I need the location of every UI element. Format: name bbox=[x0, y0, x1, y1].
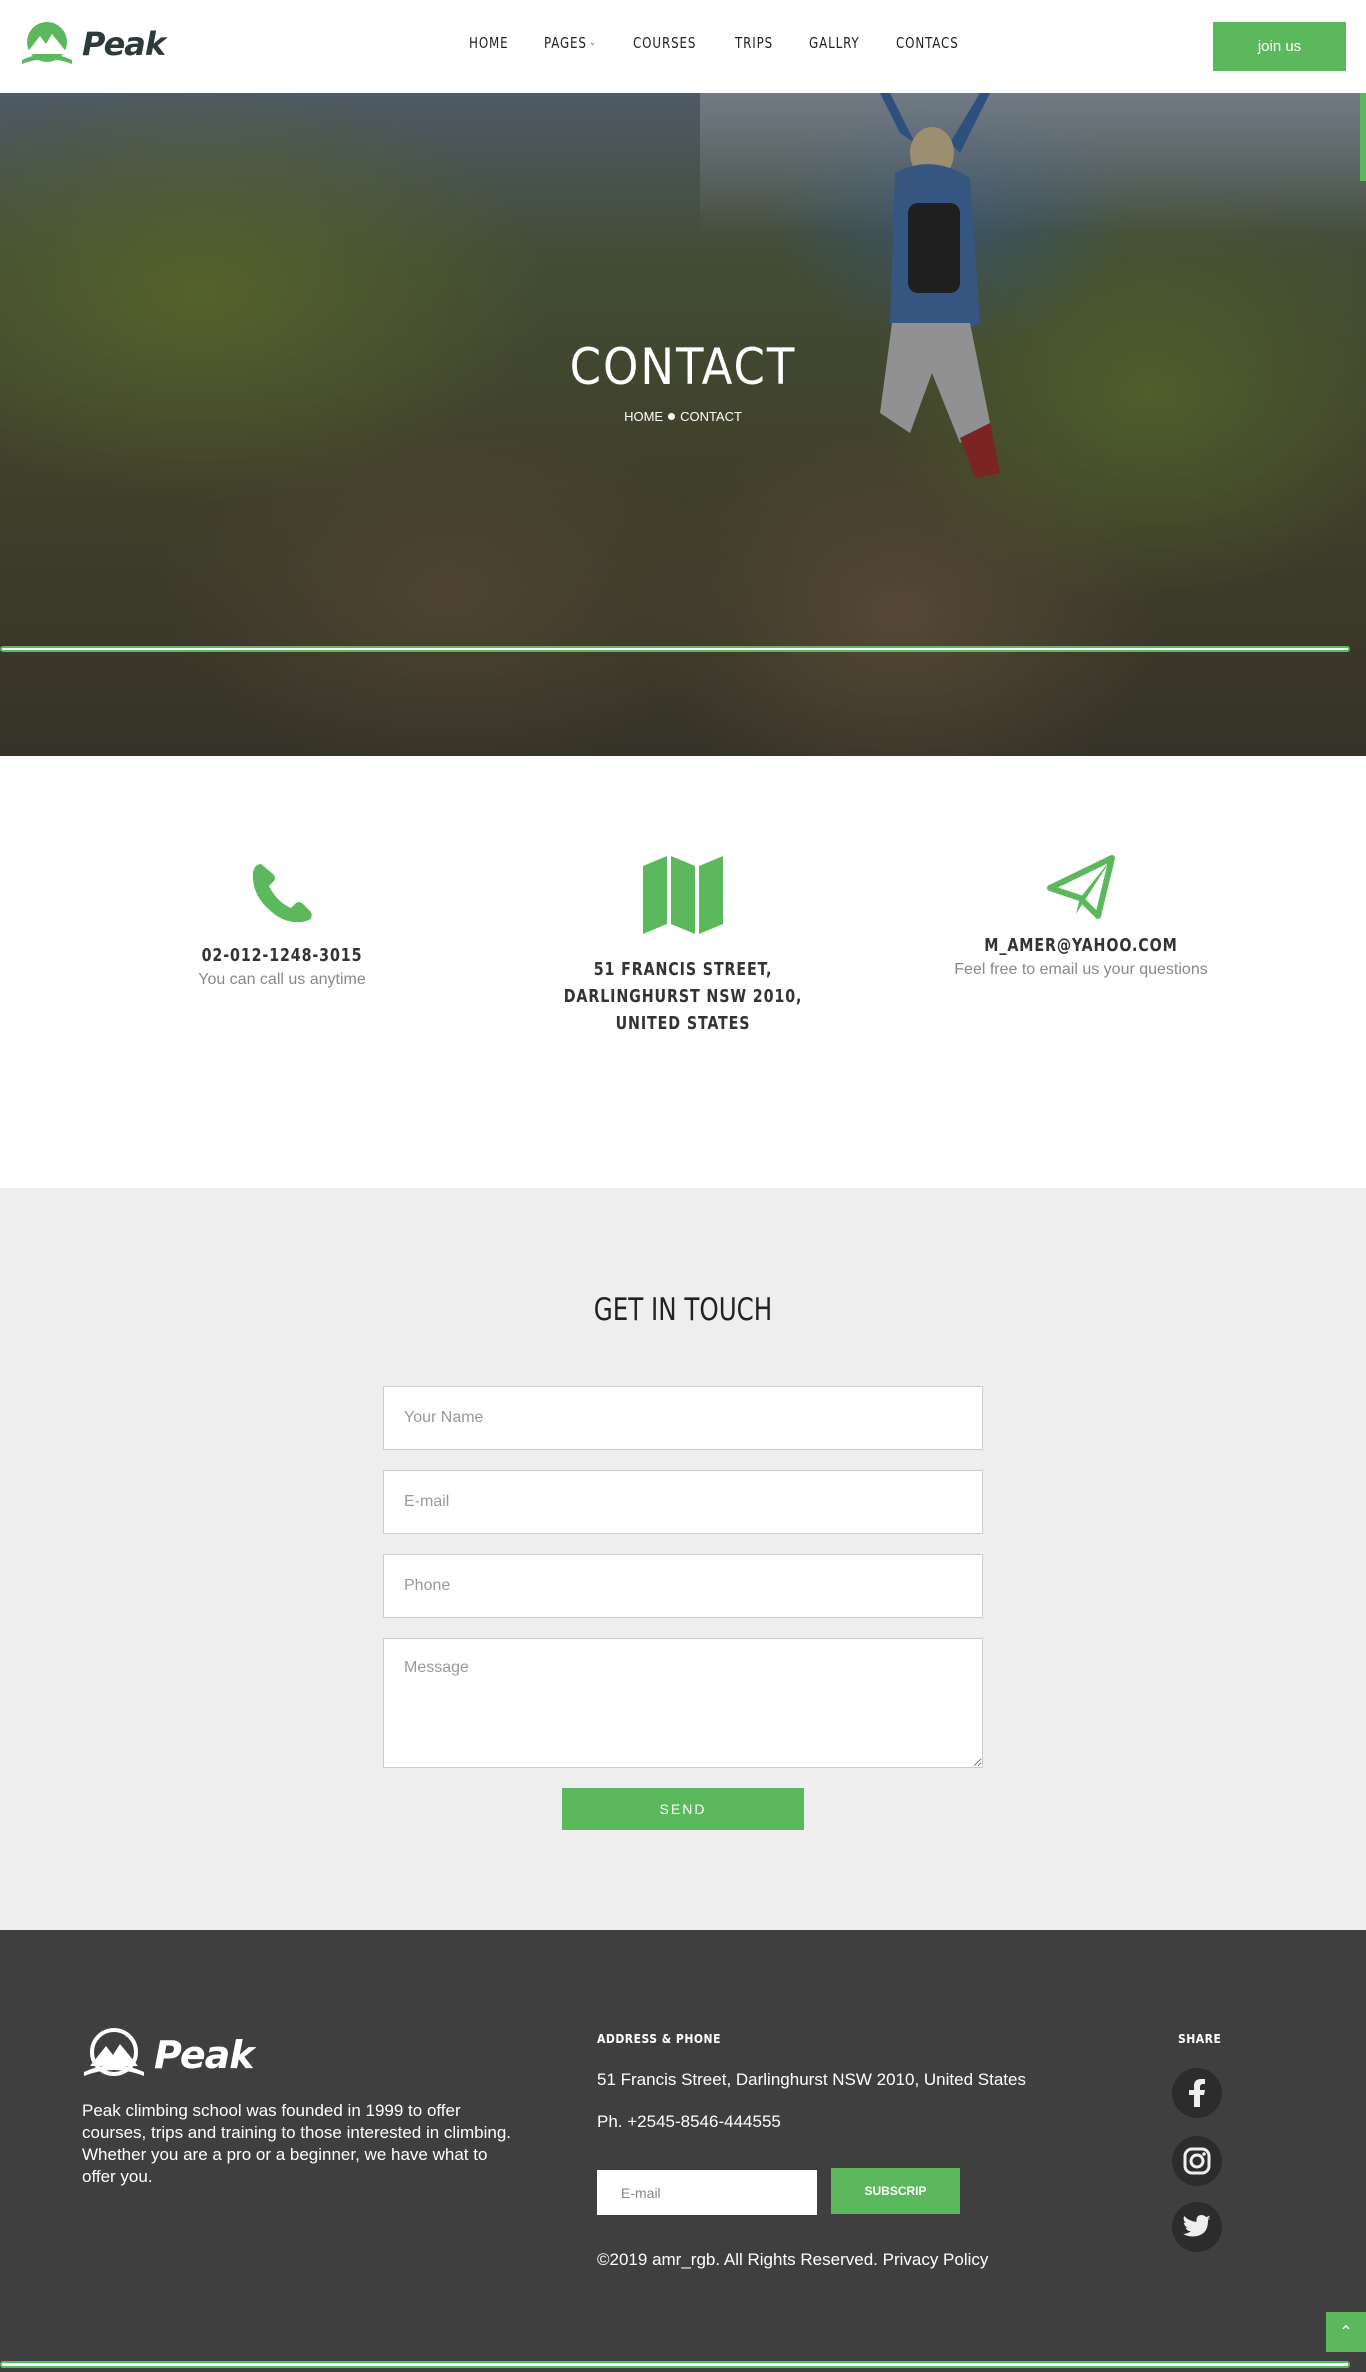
nav-contacts[interactable]: CONTACS bbox=[896, 34, 959, 52]
footer-logo[interactable]: Peak bbox=[82, 2028, 255, 2082]
map-icon bbox=[643, 856, 723, 934]
footer-logo-text: Peak bbox=[154, 2033, 255, 2077]
nav-gallery[interactable]: GALLRY bbox=[809, 34, 859, 52]
form-title: GET IN TOUCH bbox=[593, 1292, 773, 1328]
nav-trips[interactable]: TRIPS bbox=[735, 34, 773, 52]
facebook-button[interactable] bbox=[1172, 2068, 1222, 2118]
footer-phone: Ph. +2545-8546-444555 bbox=[597, 2112, 781, 2131]
address-line-3: UNITED STATES bbox=[615, 1013, 751, 1034]
twitter-icon bbox=[1183, 2215, 1211, 2237]
copyright: ©2019 amr_rgb. All Rights Reserved. Priv… bbox=[597, 2250, 989, 2269]
site-header: Peak HOME PAGES ⌄ COURSES TRIPS GALLRY CO… bbox=[0, 0, 1366, 93]
address-line-1: 51 FRANCIS STREET, bbox=[593, 959, 773, 980]
address-line-2: DARLINGHURST NSW 2010, bbox=[563, 986, 803, 1007]
bottom-progress-line bbox=[0, 2361, 1350, 2368]
nav-trips-label: TRIPS bbox=[735, 34, 774, 52]
scrollbar-thumb[interactable] bbox=[1360, 93, 1366, 181]
address-info: 51 FRANCIS STREET, DARLINGHURST NSW 2010… bbox=[533, 854, 833, 1037]
mountain-logo-icon bbox=[84, 2028, 144, 2076]
logo[interactable]: Peak bbox=[20, 20, 166, 68]
breadcrumb-home[interactable]: HOME bbox=[624, 409, 663, 424]
nav-home-label: HOME bbox=[469, 34, 509, 52]
contact-form-section: GET IN TOUCH SEND bbox=[0, 1188, 1366, 1930]
footer-address: 51 Francis Street, Darlinghurst NSW 2010… bbox=[597, 2070, 1026, 2089]
progress-line bbox=[0, 646, 1350, 652]
site-footer: Peak Peak climbing school was founded in… bbox=[0, 1930, 1366, 2372]
footer-about: Peak climbing school was founded in 1999… bbox=[82, 2101, 512, 2186]
breadcrumb-current: CONTACT bbox=[680, 409, 742, 424]
email-subtitle: Feel free to email us your questions bbox=[954, 961, 1208, 978]
hero-banner: CONTACT HOME CONTACT bbox=[0, 93, 1366, 756]
page-title: CONTACT bbox=[569, 338, 797, 396]
nav-courses[interactable]: COURSES bbox=[633, 34, 696, 52]
email-input[interactable] bbox=[383, 1470, 983, 1534]
logo-text: Peak bbox=[82, 25, 166, 63]
twitter-button[interactable] bbox=[1172, 2202, 1222, 2252]
main-nav: HOME PAGES ⌄ COURSES TRIPS GALLRY CONTACS bbox=[469, 34, 997, 52]
hero-sky bbox=[700, 93, 1366, 233]
subscribe-button[interactable]: SUBSCRIP bbox=[831, 2168, 960, 2214]
newsletter-email-input[interactable] bbox=[597, 2170, 817, 2215]
join-us-button[interactable]: join us bbox=[1213, 22, 1346, 71]
name-input[interactable] bbox=[383, 1386, 983, 1450]
breadcrumb-separator bbox=[668, 413, 676, 420]
climber-image bbox=[880, 93, 1000, 478]
send-button[interactable]: SEND bbox=[562, 1788, 804, 1830]
back-to-top-button[interactable]: ⌃ bbox=[1326, 2312, 1366, 2352]
phone-number: 02-012-1248-3015 bbox=[201, 945, 363, 966]
contact-info-section: 02-012-1248-3015 You can call us anytime… bbox=[0, 756, 1366, 1188]
email-address: M_AMER@YAHOO.COM bbox=[984, 935, 1178, 956]
nav-contacts-label: CONTACS bbox=[896, 34, 959, 52]
phone-subtitle: You can call us anytime bbox=[198, 971, 366, 988]
chevron-up-icon: ⌃ bbox=[1339, 2324, 1353, 2341]
breadcrumb: HOME CONTACT bbox=[0, 409, 1366, 424]
nav-pages[interactable]: PAGES ⌄ bbox=[544, 34, 596, 52]
nav-gallery-label: GALLRY bbox=[808, 34, 860, 52]
instagram-icon bbox=[1183, 2147, 1211, 2175]
email-info: M_AMER@YAHOO.COM Feel free to email us y… bbox=[931, 854, 1231, 979]
address-heading: ADDRESS & PHONE bbox=[597, 2032, 721, 2046]
mountain-logo-icon bbox=[22, 22, 72, 64]
paper-plane-icon bbox=[1047, 855, 1115, 919]
nav-pages-label: PAGES bbox=[543, 34, 587, 52]
facebook-icon bbox=[1189, 2079, 1205, 2107]
instagram-button[interactable] bbox=[1172, 2136, 1222, 2186]
message-textarea[interactable] bbox=[383, 1638, 983, 1768]
nav-home[interactable]: HOME bbox=[469, 34, 509, 52]
chevron-down-icon: ⌄ bbox=[589, 38, 597, 48]
nav-courses-label: COURSES bbox=[633, 34, 697, 52]
share-heading: SHARE bbox=[1178, 2032, 1222, 2046]
phone-info: 02-012-1248-3015 You can call us anytime bbox=[132, 858, 432, 989]
phone-icon bbox=[252, 864, 312, 923]
phone-input[interactable] bbox=[383, 1554, 983, 1618]
